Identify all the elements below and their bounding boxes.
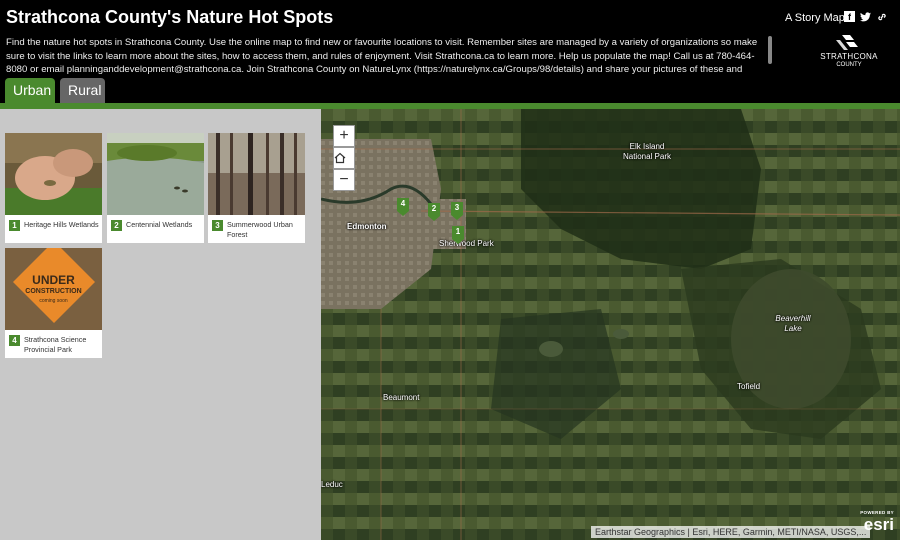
map-pin-3[interactable]: 3 xyxy=(451,202,463,220)
construction-text: UNDER xyxy=(32,273,75,287)
map-pin-number: 4 xyxy=(400,199,406,208)
site-title: Centennial Wetlands xyxy=(126,220,193,229)
map-label-tofield: Tofield xyxy=(737,382,761,391)
link-icon[interactable] xyxy=(876,11,887,22)
map-pin-number: 2 xyxy=(431,204,437,213)
satellite-imagery xyxy=(321,109,900,540)
map-label-edmonton: Edmonton xyxy=(347,222,387,231)
page-description: Find the nature hot spots in Strathcona … xyxy=(6,37,758,76)
construction-text: CONSTRUCTION xyxy=(25,288,82,295)
map-pin-number: 1 xyxy=(455,227,461,236)
strathcona-logo: STRATHCONA COUNTY xyxy=(820,32,878,70)
zoom-out-button[interactable]: − xyxy=(333,169,355,191)
map-label-sherwood-park: Sherwood Park xyxy=(439,239,494,248)
site-number-badge: 2 xyxy=(111,220,122,231)
story-map-label[interactable]: A Story Map xyxy=(785,12,845,24)
esri-wordmark: esri xyxy=(863,515,894,534)
app-header: Strathcona County's Nature Hot Spots Fin… xyxy=(0,0,900,78)
page-title: Strathcona County's Nature Hot Spots xyxy=(6,7,334,27)
site-number-badge: 3 xyxy=(212,220,223,231)
site-photo-forest xyxy=(208,133,305,215)
map-label-beaverhill-lake: Beaverhill Lake xyxy=(775,314,811,333)
site-card-strathcona-science[interactable]: UNDER CONSTRUCTION coming soon 4 Strathc… xyxy=(5,248,102,358)
map-pin-2[interactable]: 2 xyxy=(428,203,440,221)
site-number-badge: 4 xyxy=(9,335,20,346)
site-title: Summerwood Urban Forest xyxy=(227,220,293,239)
site-card-heritage-hills[interactable]: 1 Heritage Hills Wetlands xyxy=(5,133,102,243)
map-attribution[interactable]: Earthstar Geographics | Esri, HERE, Garm… xyxy=(591,526,871,538)
logo-text-line1: STRATHCONA xyxy=(820,52,878,61)
sites-panel: 1 Heritage Hills Wetlands 2 Centennial W… xyxy=(0,109,321,540)
construction-text: coming soon xyxy=(39,298,68,304)
esri-logo[interactable]: POWERED BY esri xyxy=(854,510,894,536)
map-pin-number: 3 xyxy=(454,203,460,212)
tab-rural[interactable]: Rural xyxy=(60,78,105,103)
tab-urban[interactable]: Urban xyxy=(5,78,55,103)
site-photo-under-construction: UNDER CONSTRUCTION coming soon xyxy=(5,248,102,330)
site-photo-hands xyxy=(5,133,102,215)
map-pin-4[interactable]: 4 xyxy=(397,198,409,216)
site-title: Heritage Hills Wetlands xyxy=(24,220,99,229)
facebook-icon[interactable]: f xyxy=(844,11,855,22)
description-scrollbar[interactable] xyxy=(768,36,772,64)
site-card-summerwood[interactable]: 3 Summerwood Urban Forest xyxy=(208,133,305,243)
map-pin-1[interactable]: 1 xyxy=(452,226,464,244)
map-view[interactable]: + − Elk Island National Park Edmonton Sh… xyxy=(321,109,900,540)
site-card-centennial[interactable]: 2 Centennial Wetlands xyxy=(107,133,204,243)
home-button[interactable] xyxy=(333,147,355,169)
map-label-leduc: Leduc xyxy=(321,480,343,489)
logo-text-line2: COUNTY xyxy=(836,62,862,68)
zoom-in-button[interactable]: + xyxy=(333,125,355,147)
map-label-beaumont: Beaumont xyxy=(383,393,420,402)
twitter-icon[interactable] xyxy=(860,11,871,22)
site-title: Strathcona Science Provincial Park xyxy=(24,335,87,354)
site-photo-wetland xyxy=(107,133,204,215)
map-label-elk-island: Elk Island National Park xyxy=(622,142,672,161)
site-number-badge: 1 xyxy=(9,220,20,231)
